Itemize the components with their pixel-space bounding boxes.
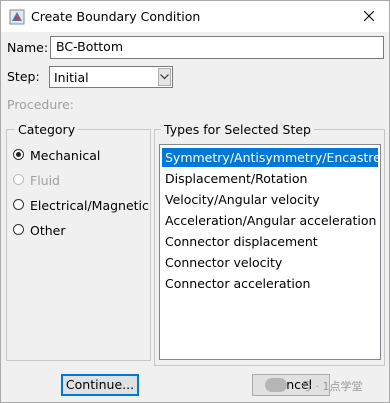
category-group bbox=[6, 129, 151, 361]
procedure-label: Procedure: bbox=[7, 97, 75, 112]
electrical-magnetic-label: Electrical/Magnetic bbox=[30, 198, 149, 213]
watermark-text: 号 · 1点学堂 bbox=[301, 380, 363, 393]
app-icon bbox=[9, 9, 25, 25]
window-title: Create Boundary Condition bbox=[31, 9, 201, 24]
step-select[interactable]: Initial bbox=[49, 66, 173, 88]
close-icon bbox=[364, 11, 374, 21]
step-dropdown-button[interactable] bbox=[158, 68, 171, 86]
step-label: Step: bbox=[7, 69, 40, 84]
electrical-magnetic-radio[interactable] bbox=[13, 199, 24, 210]
types-title: Types for Selected Step bbox=[161, 122, 314, 137]
types-listbox[interactable]: Symmetry/Antisymmetry/Encastre Displacem… bbox=[159, 144, 381, 360]
name-label: Name: bbox=[7, 40, 49, 55]
type-item-connector-displacement[interactable]: Connector displacement bbox=[162, 232, 378, 251]
mechanical-label: Mechanical bbox=[30, 148, 101, 163]
mechanical-radio[interactable] bbox=[13, 149, 24, 160]
type-item-velocity[interactable]: Velocity/Angular velocity bbox=[162, 190, 378, 209]
other-radio[interactable] bbox=[13, 224, 24, 235]
create-boundary-condition-dialog: Create Boundary Condition Name: BC-Botto… bbox=[0, 0, 390, 403]
chevron-down-icon bbox=[160, 74, 169, 80]
watermark-badge bbox=[265, 378, 287, 392]
type-item-acceleration[interactable]: Acceleration/Angular acceleration bbox=[162, 211, 378, 230]
name-field[interactable]: BC-Bottom bbox=[50, 36, 384, 59]
type-item-connector-velocity[interactable]: Connector velocity bbox=[162, 253, 378, 272]
title-bar: Create Boundary Condition bbox=[1, 1, 389, 32]
step-select-value: Initial bbox=[54, 70, 89, 85]
other-label: Other bbox=[30, 223, 66, 238]
type-item-displacement-rotation[interactable]: Displacement/Rotation bbox=[162, 169, 378, 188]
type-item-symmetry[interactable]: Symmetry/Antisymmetry/Encastre bbox=[162, 148, 381, 167]
close-button[interactable] bbox=[349, 1, 389, 32]
continue-button[interactable]: Continue... bbox=[61, 374, 139, 396]
category-title: Category bbox=[15, 122, 79, 137]
fluid-label: Fluid bbox=[30, 173, 60, 188]
fluid-radio bbox=[13, 174, 24, 185]
type-item-connector-acceleration[interactable]: Connector acceleration bbox=[162, 274, 378, 293]
name-field-value: BC-Bottom bbox=[56, 39, 123, 54]
